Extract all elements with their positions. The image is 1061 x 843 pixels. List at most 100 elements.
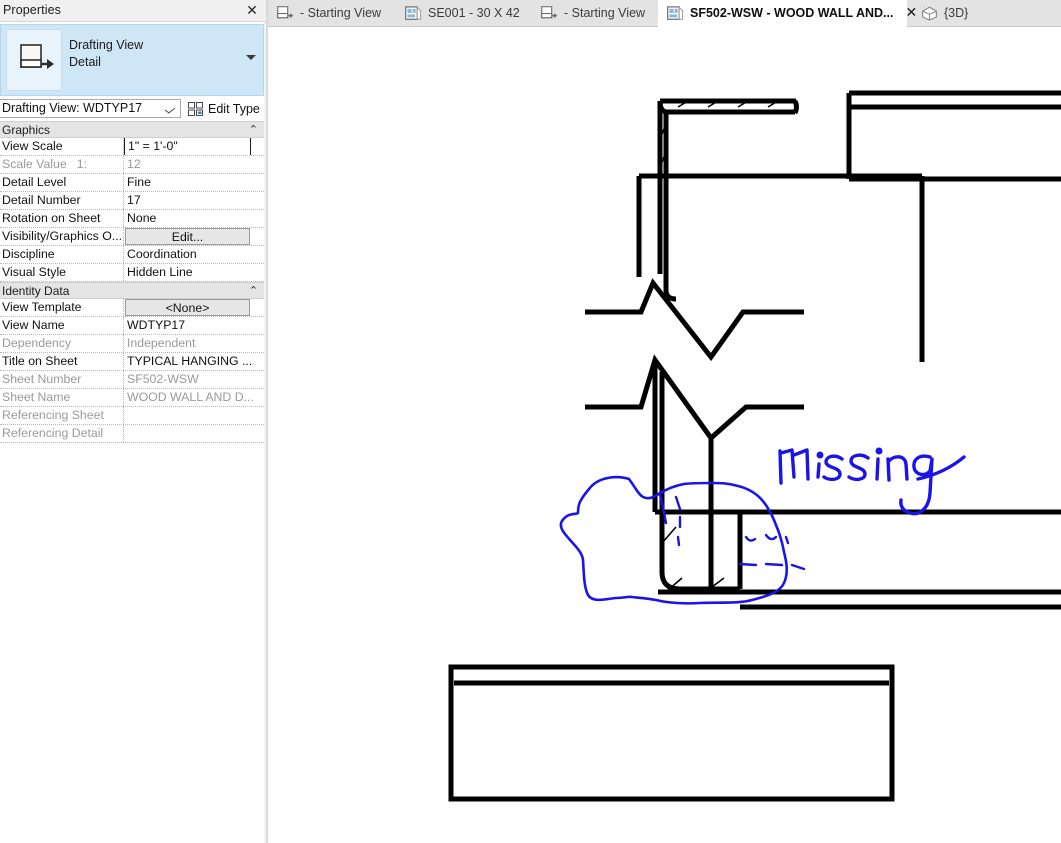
property-row[interactable]: View Name WDTYP17 (0, 317, 264, 335)
view-tab-label: - Starting View (564, 6, 646, 20)
type-name-label: Detail (69, 55, 101, 69)
drafting-view-icon (277, 6, 294, 19)
lower-horizontal-bands (655, 509, 1061, 610)
property-row[interactable]: Detail Number 17 (0, 192, 264, 210)
property-name-cell: View Template (0, 299, 124, 316)
property-value-cell[interactable]: Fine (124, 174, 264, 191)
edit-type-button[interactable]: Edit Type (188, 99, 260, 118)
property-row[interactable]: Visual Style Hidden Line (0, 264, 264, 282)
property-group-label: Identity Data (2, 284, 70, 298)
property-value-cell[interactable]: WDTYP17 (124, 317, 264, 334)
property-value-cell[interactable]: Edit... (124, 228, 264, 245)
property-row[interactable]: Referencing Sheet (0, 407, 264, 425)
property-name-cell: Sheet Name (0, 389, 124, 406)
property-row[interactable]: View Template <None> (0, 299, 264, 317)
property-name: Detail Number (2, 193, 81, 207)
property-value-cell[interactable]: WOOD WALL AND D... (124, 389, 264, 406)
view-tab[interactable]: - Starting View (532, 0, 657, 27)
property-value-input[interactable]: 1" = 1'-0" (124, 138, 251, 155)
property-row[interactable]: Sheet Number SF502-WSW (0, 371, 264, 389)
property-value-cell[interactable]: Independent (124, 335, 264, 352)
property-name-cell: View Scale (0, 138, 124, 155)
properties-grid: Graphics ⌃ View Scale 1" = 1'-0" Scale Value… (0, 121, 264, 443)
view-tab[interactable]: SE001 - 30 X 42 (396, 0, 526, 27)
lower-detail-hatch (661, 526, 725, 591)
property-name-cell: Referencing Detail (0, 425, 124, 442)
property-row[interactable]: Visibility/Graphics O... Edit... (0, 228, 264, 246)
property-row[interactable]: Discipline Coordination (0, 246, 264, 264)
type-selector-preview[interactable]: Drafting View Detail (0, 24, 264, 96)
property-row[interactable]: Detail Level Fine (0, 174, 264, 192)
property-name: View Name (2, 318, 65, 332)
chevron-up-icon[interactable]: ⌃ (249, 284, 258, 297)
property-name: Referencing Detail (2, 426, 104, 440)
detail-drawing (448, 90, 1061, 802)
chevron-down-icon[interactable] (161, 100, 179, 117)
property-value-cell[interactable]: <None> (124, 299, 264, 316)
lower-break-line (585, 354, 804, 442)
property-group-label: Graphics (2, 123, 51, 137)
element-selector-value: Drafting View: WDTYP17 (2, 101, 143, 115)
chevron-up-icon[interactable]: ⌃ (249, 123, 258, 136)
drafting-view-icon (20, 44, 54, 69)
property-value-cell[interactable]: 17 (124, 192, 264, 209)
property-value-button[interactable]: Edit... (125, 228, 250, 245)
property-name: Rotation on Sheet (2, 211, 101, 225)
property-name-cell: Discipline (0, 246, 124, 263)
property-value-cell[interactable]: None (124, 210, 264, 227)
property-group-header[interactable]: Identity Data ⌃ (0, 282, 264, 299)
property-name-cell: Detail Number (0, 192, 124, 209)
view-tab-label: SF502-WSW - WOOD WALL AND... (690, 5, 894, 20)
lower-hanger-detail (652, 360, 743, 592)
property-name: Visibility/Graphics O... (2, 229, 123, 243)
type-icon-frame (6, 29, 62, 91)
type-family-label: Drafting View (69, 38, 144, 52)
property-value-cell[interactable]: SF502-WSW (124, 371, 264, 388)
view-tab-strip: - Starting View SE001 - 30 X 42 - Starting… (268, 0, 1061, 27)
property-name: Detail Level (2, 175, 67, 189)
property-name: Sheet Number (2, 372, 82, 386)
property-value-cell[interactable]: 1" = 1'-0" (124, 138, 264, 155)
view-tab[interactable]: - Starting View (268, 0, 393, 27)
sheet-icon (405, 6, 422, 20)
property-row[interactable]: Rotation on Sheet None (0, 210, 264, 228)
property-value-cell[interactable] (124, 425, 264, 442)
properties-panel: Properties ✕ Drafting View Detail Drafti… (0, 0, 266, 843)
markup-dashes (658, 493, 806, 571)
property-name-cell: Visibility/Graphics O... (0, 228, 124, 245)
view-tab[interactable]: {3D} (912, 0, 992, 27)
property-row[interactable]: Title on Sheet TYPICAL HANGING ... (0, 353, 264, 371)
property-name-cell: Visual Style (0, 264, 124, 281)
close-icon[interactable]: ✕ (244, 1, 260, 21)
element-selector-combobox[interactable]: Drafting View: WDTYP17 (0, 99, 181, 118)
upper-right-rectangle (846, 90, 1061, 182)
property-row[interactable]: Sheet Name WOOD WALL AND D... (0, 389, 264, 407)
property-name-cell: Scale Value 1: (0, 156, 124, 173)
property-name-cell: Rotation on Sheet (0, 210, 124, 227)
property-name: Title on Sheet (2, 354, 78, 368)
property-name-cell: Dependency (0, 335, 124, 352)
drawing-canvas[interactable] (268, 27, 1061, 843)
property-name-cell: Referencing Sheet (0, 407, 124, 424)
property-row[interactable]: Dependency Independent (0, 335, 264, 353)
property-value-cell[interactable]: 12 (124, 156, 264, 173)
3d-view-icon (922, 6, 937, 21)
property-row[interactable]: View Scale 1" = 1'-0" (0, 138, 264, 156)
property-name: View Scale (2, 139, 63, 153)
properties-titlebar: Properties ✕ (0, 0, 266, 22)
property-name-cell: Detail Level (0, 174, 124, 191)
chevron-down-icon[interactable] (246, 55, 256, 60)
property-name-cell: View Name (0, 317, 124, 334)
property-row[interactable]: Referencing Detail (0, 425, 264, 443)
property-row[interactable]: Scale Value 1: 12 (0, 156, 264, 174)
property-name: Visual Style (2, 265, 67, 279)
property-value-cell[interactable]: Coordination (124, 246, 264, 263)
property-value-cell[interactable]: TYPICAL HANGING ... (124, 353, 264, 370)
property-value-cell[interactable]: Hidden Line (124, 264, 264, 281)
property-group-header[interactable]: Graphics ⌃ (0, 121, 264, 138)
property-value-button[interactable]: <None> (125, 299, 250, 316)
edit-type-label: Edit Type (208, 101, 260, 116)
property-value-cell[interactable] (124, 407, 264, 424)
property-name: View Template (2, 300, 82, 314)
view-tab[interactable]: SF502-WSW - WOOD WALL AND... ✕ (658, 0, 917, 27)
